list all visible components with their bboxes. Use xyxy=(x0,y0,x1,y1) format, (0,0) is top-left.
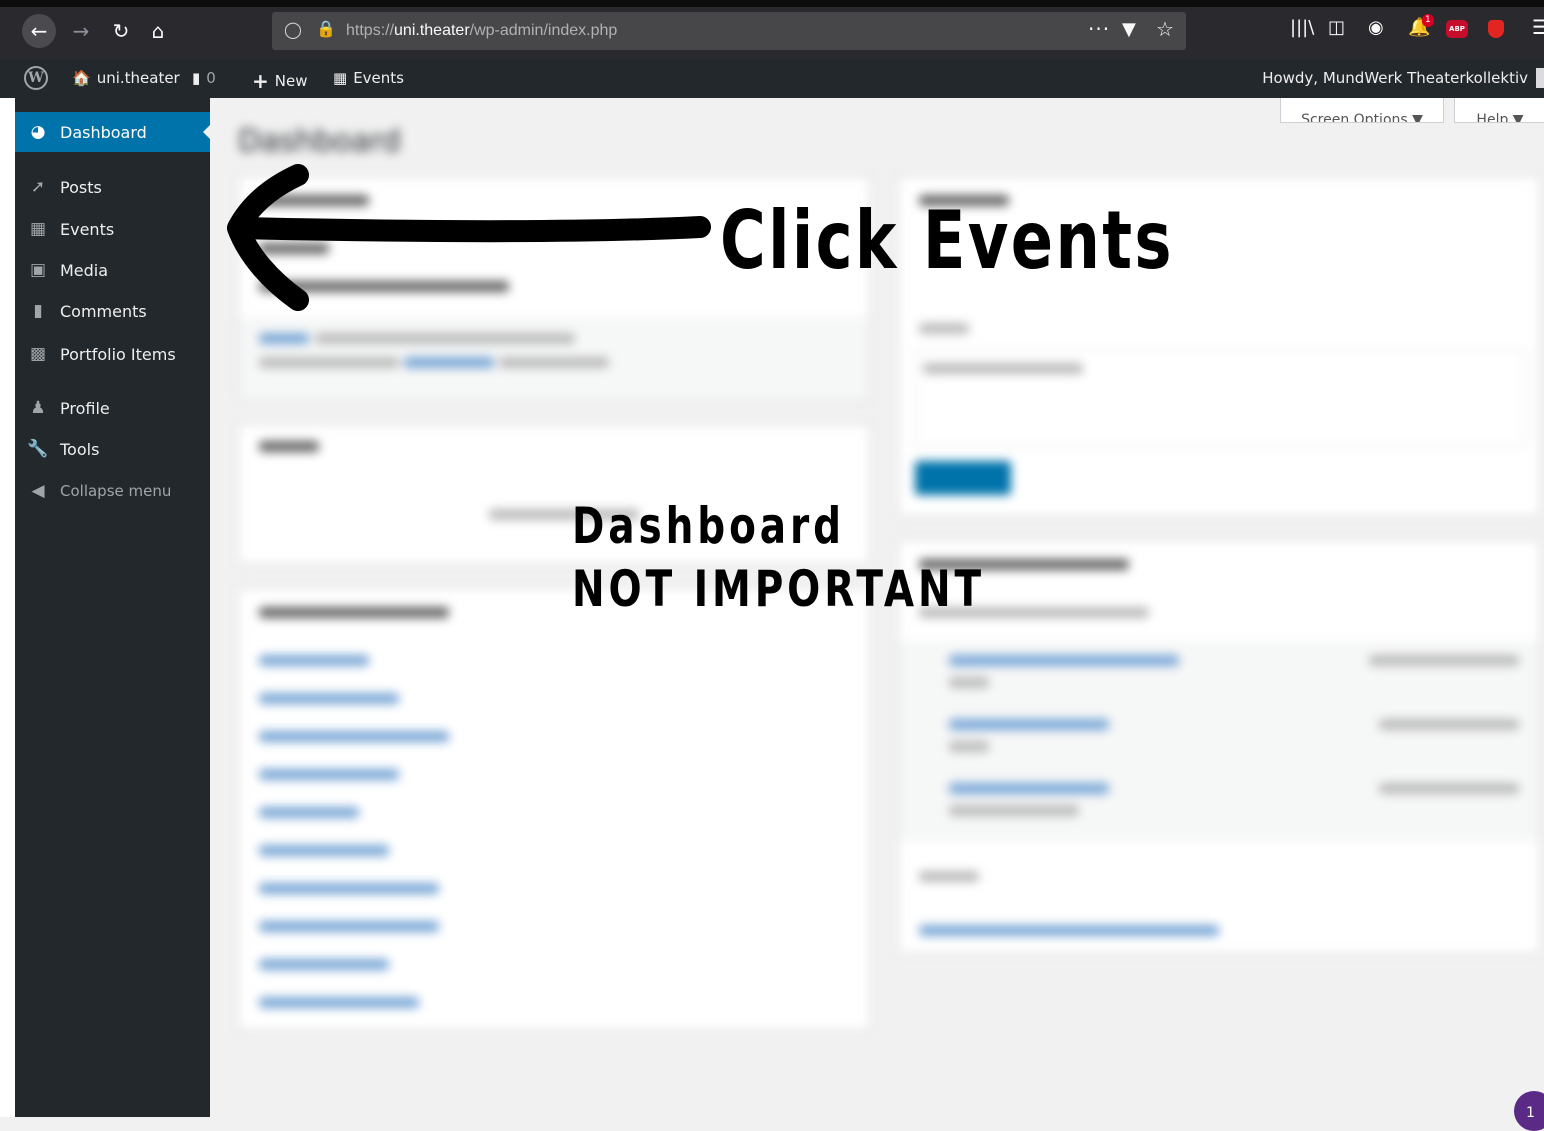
admin-bar-site-link[interactable]: 🏠 uni.theater xyxy=(72,69,180,87)
portfolio-icon: ▩ xyxy=(29,344,47,364)
home-icon: 🏠 xyxy=(72,69,91,87)
sidebar-item-label: Events xyxy=(60,219,115,239)
comments-count: 0 xyxy=(206,69,216,87)
sidebar-item-comments[interactable]: ▮ Comments xyxy=(15,291,210,331)
howdy-text: Howdy, MundWerk Theaterkollektiv xyxy=(1262,69,1528,87)
sidebar-item-label: Portfolio Items xyxy=(60,344,176,364)
widget-news xyxy=(238,588,870,1030)
site-name: uni.theater xyxy=(96,69,180,87)
home-icon[interactable]: ⌂ xyxy=(143,16,173,46)
avatar[interactable] xyxy=(1536,68,1544,88)
sidebar-item-media[interactable]: ▣ Media xyxy=(15,250,210,290)
window-left-edge xyxy=(0,98,15,1117)
sidebar-item-label: Collapse menu xyxy=(60,482,172,500)
admin-bar-events[interactable]: ▦ Events xyxy=(333,69,404,87)
notification-bubble[interactable]: 1 xyxy=(1514,1091,1544,1131)
sidebar-item-dashboard[interactable]: ◕ Dashboard xyxy=(15,112,211,152)
comment-icon: ▮ xyxy=(192,69,201,87)
pocket-icon[interactable]: ▼ xyxy=(1122,19,1136,40)
admin-sidebar: ◕ Dashboard ➚ Posts ▦ Events ▣ Media ▮ C… xyxy=(15,98,211,1117)
pin-icon: ➚ xyxy=(30,177,46,197)
annotation-click-events: Click Events xyxy=(720,194,1174,287)
lock-icon[interactable]: 🔒 xyxy=(316,19,336,38)
hamburger-menu-icon[interactable]: ☰ xyxy=(1532,15,1544,39)
admin-bar-new[interactable]: + New xyxy=(252,69,307,93)
calendar-icon: ▦ xyxy=(333,69,348,87)
dashboard-icon: ◕ xyxy=(30,122,46,142)
url-host: uni.theater xyxy=(394,22,470,39)
notification-badge: 1 xyxy=(1422,14,1434,27)
wordpress-logo-icon[interactable]: W xyxy=(24,66,48,90)
sidebar-item-portfolio-items[interactable]: ▩ Portfolio Items xyxy=(15,334,210,374)
sidebar-item-events[interactable]: ▦ Events xyxy=(15,209,210,249)
sidebar-item-label: Profile xyxy=(60,398,110,418)
sidebar-item-tools[interactable]: 🔧 Tools xyxy=(15,429,210,469)
sidebar-item-label: Dashboard xyxy=(60,122,147,142)
page-actions-icon[interactable]: ··· xyxy=(1088,17,1110,41)
admin-bar-comments[interactable]: ▮ 0 xyxy=(192,69,216,87)
annotation-dashboard: Dashboard xyxy=(572,497,845,555)
collapse-menu-button[interactable]: ◀ Collapse menu xyxy=(15,471,210,511)
events-label: Events xyxy=(353,69,404,87)
new-label: New xyxy=(274,72,308,90)
sidebar-item-profile[interactable]: ♟ Profile xyxy=(15,388,210,428)
collapse-icon: ◀ xyxy=(31,481,45,501)
extension-icon[interactable]: ◉ xyxy=(1368,17,1384,38)
reload-icon[interactable]: ↻ xyxy=(106,16,136,46)
bookmark-star-icon[interactable]: ☆ xyxy=(1156,17,1174,41)
library-icon[interactable]: |||\ xyxy=(1290,17,1314,38)
forward-icon[interactable]: → xyxy=(66,16,96,46)
url-bar[interactable]: ◯ 🔒 https://uni.theater/wp-admin/index.p… xyxy=(272,12,1186,50)
back-icon[interactable]: ← xyxy=(22,14,56,48)
sidebar-icon[interactable]: ◫ xyxy=(1328,17,1345,38)
comment-icon: ▮ xyxy=(33,301,43,321)
shield-icon[interactable]: ◯ xyxy=(284,20,302,39)
wrench-icon: 🔧 xyxy=(27,439,49,459)
admin-bar-my-account[interactable]: Howdy, MundWerk Theaterkollektiv xyxy=(1262,69,1528,87)
calendar-icon: ▦ xyxy=(29,219,47,239)
plus-icon: + xyxy=(252,69,269,93)
page-title: Dashboard xyxy=(238,124,401,159)
sidebar-item-label: Tools xyxy=(60,439,100,459)
sidebar-item-label: Media xyxy=(60,260,109,280)
url-scheme: https:// xyxy=(346,22,395,39)
sidebar-item-label: Comments xyxy=(60,301,147,321)
media-icon: ▣ xyxy=(29,260,47,280)
user-icon: ♟ xyxy=(30,398,46,418)
widget-events-and-news xyxy=(898,540,1540,954)
sidebar-item-posts[interactable]: ➚ Posts xyxy=(15,167,210,207)
url-text[interactable]: https://uni.theater/wp-admin/index.php xyxy=(346,22,617,40)
ublock-icon[interactable] xyxy=(1488,20,1504,38)
sidebar-item-label: Posts xyxy=(60,177,102,197)
url-path: /wp-admin/index.php xyxy=(469,22,618,39)
adblock-plus-icon[interactable]: ABP xyxy=(1446,20,1468,38)
browser-toolbar: ← → ↻ ⌂ ◯ 🔒 https://uni.theater/wp-admin… xyxy=(0,0,1544,61)
wp-admin-bar: W 🏠 uni.theater ▮ 0 + New ▦ Events Howdy… xyxy=(0,60,1544,98)
annotation-not-important: NOT IMPORTANT xyxy=(572,560,986,618)
